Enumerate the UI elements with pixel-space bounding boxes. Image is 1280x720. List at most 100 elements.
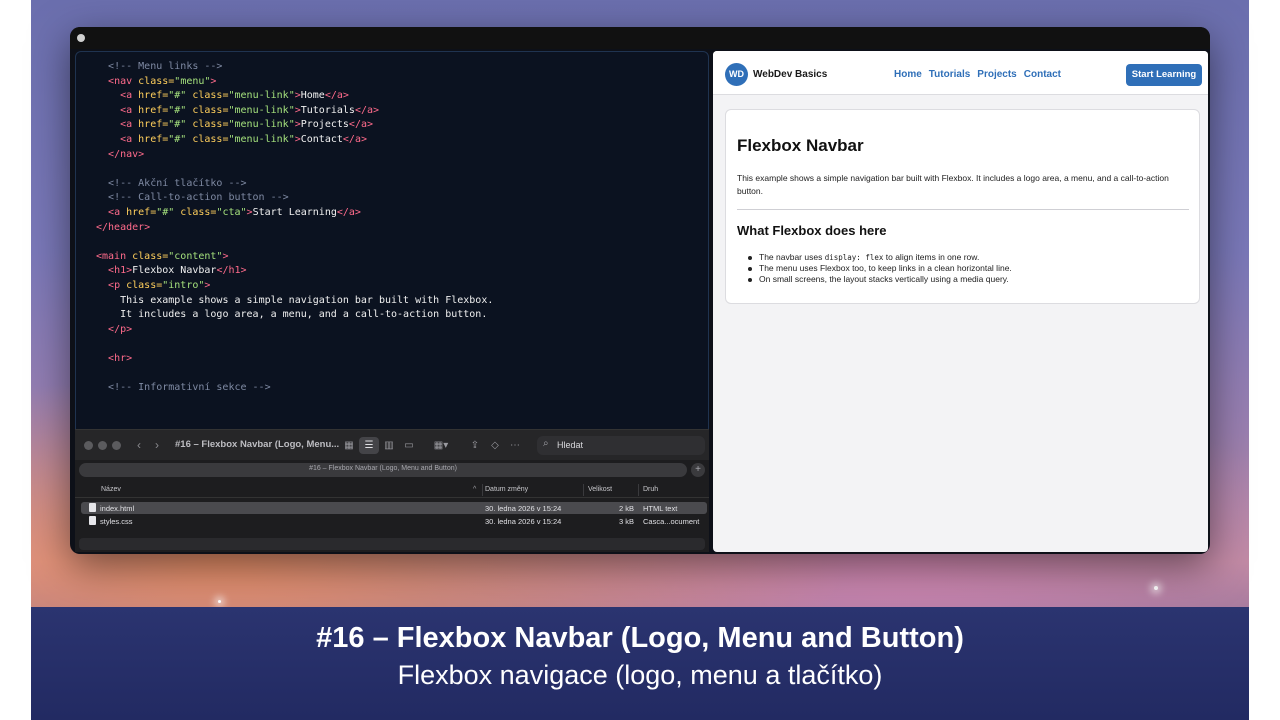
start-learning-button[interactable]: Start Learning xyxy=(1126,64,1202,86)
code-token: </a> xyxy=(354,104,380,116)
code-token: <h1> xyxy=(108,265,133,277)
path-bar[interactable]: #16 – Flexbox Navbar (Logo, Menu and But… xyxy=(79,463,687,477)
column-kind[interactable]: Druh xyxy=(643,486,658,493)
more-icon[interactable]: ⋯ xyxy=(505,437,525,454)
file-size: 2 kB xyxy=(619,504,635,513)
code-token: It includes a logo area, a menu, and a c… xyxy=(120,309,488,321)
file-date: 30. ledna 2026 v 15:24 xyxy=(485,504,562,513)
sparkle-icon xyxy=(218,600,221,603)
document-icon xyxy=(89,503,96,512)
code-token: class= xyxy=(186,90,229,102)
code-token: </nav> xyxy=(108,148,145,160)
close-dot-icon[interactable] xyxy=(84,441,93,450)
brand-name[interactable]: WebDev Basics xyxy=(753,69,827,80)
code-token: > xyxy=(210,75,217,87)
search-icon: ⌕ xyxy=(543,438,549,449)
document-icon xyxy=(89,516,96,525)
video-title: #16 – Flexbox Navbar (Logo, Menu and But… xyxy=(316,622,964,654)
sort-indicator-icon[interactable]: ^ xyxy=(473,486,476,493)
code-token: Home xyxy=(300,90,325,102)
file-row[interactable]: index.html 30. ledna 2026 v 15:24 2 kB H… xyxy=(81,502,707,514)
inline-code: display: flex xyxy=(824,253,884,262)
code-token: <main xyxy=(96,250,127,262)
file-list-header: Název ^ Datum změny Velikost Druh xyxy=(75,482,709,498)
group-menu-icon[interactable]: ▦▾ xyxy=(429,437,453,454)
column-separator xyxy=(482,484,483,496)
preview-navbar: WD WebDev Basics Home Tutorials Projects… xyxy=(713,51,1208,95)
app-window: <!-- Menu links --> <nav class="menu"> <… xyxy=(70,27,1210,554)
list-view-icon[interactable]: ☰ xyxy=(359,437,379,454)
column-name[interactable]: Název xyxy=(101,486,121,493)
code-token: <!-- Menu links --> xyxy=(108,61,223,72)
add-tab-button[interactable]: + xyxy=(691,463,705,477)
back-arrow-icon[interactable]: ‹ xyxy=(131,438,147,453)
code-token: <!-- Informativní sekce --> xyxy=(108,382,271,394)
code-token: </p> xyxy=(108,323,133,335)
window-titlebar xyxy=(70,27,1210,49)
column-separator xyxy=(583,484,584,496)
tag-icon[interactable]: ◇ xyxy=(485,437,505,454)
nav-link-projects[interactable]: Projects xyxy=(977,69,1016,80)
code-token: </h1> xyxy=(216,265,247,277)
code-token: This example shows a simple navigation b… xyxy=(120,294,494,306)
sparkle-icon xyxy=(1154,586,1158,590)
code-line: This example shows a simple navigation b… xyxy=(96,294,493,309)
code-line: </nav> xyxy=(96,148,493,163)
divider xyxy=(737,209,1189,210)
code-token: </a> xyxy=(324,90,349,102)
share-icon[interactable]: ⇪ xyxy=(465,437,485,454)
column-date[interactable]: Datum změny xyxy=(485,486,528,493)
zoom-dot-icon[interactable] xyxy=(112,441,121,450)
code-line: <h1>Flexbox Navbar</h1> xyxy=(96,264,493,279)
file-size: 3 kB xyxy=(619,517,635,526)
code-line: <!-- Akční tlačítko --> xyxy=(96,177,493,192)
search-field[interactable]: ⌕ Hledat xyxy=(537,436,705,455)
code-token: class= xyxy=(186,133,229,145)
code-token: href= xyxy=(120,206,157,218)
list-item: On small screens, the layout stacks vert… xyxy=(748,274,1012,285)
list-item: The navbar uses display: flex to align i… xyxy=(748,252,1012,263)
column-view-icon[interactable]: ▥ xyxy=(379,437,399,454)
code-token: <hr> xyxy=(108,352,133,364)
icon-view-icon[interactable]: ▦ xyxy=(339,437,359,454)
code-token: "menu-link" xyxy=(228,90,295,102)
finder-title: #16 – Flexbox Navbar (Logo, Menu... xyxy=(175,439,340,450)
code-line: <a href="#" class="cta">Start Learning</… xyxy=(96,206,493,221)
column-size[interactable]: Velikost xyxy=(588,486,612,493)
forward-arrow-icon[interactable]: › xyxy=(149,438,165,453)
code-token: href= xyxy=(132,90,169,102)
code-token: "intro" xyxy=(162,279,205,291)
page-title: Flexbox Navbar xyxy=(737,136,864,155)
gallery-view-icon[interactable]: ▭ xyxy=(399,437,419,454)
code-token: "#" xyxy=(156,206,175,218)
code-token: class= xyxy=(186,119,229,131)
close-icon[interactable] xyxy=(77,34,85,42)
code-line: <!-- Call-to-action button --> xyxy=(96,191,493,206)
finder-window: ‹ › #16 – Flexbox Navbar (Logo, Menu... … xyxy=(75,429,709,552)
nav-link-contact[interactable]: Contact xyxy=(1024,69,1061,80)
code-token: "#" xyxy=(168,133,187,145)
code-token: class= xyxy=(132,75,175,87)
browser-preview: WD WebDev Basics Home Tutorials Projects… xyxy=(713,51,1208,552)
nav-link-tutorials[interactable]: Tutorials xyxy=(929,69,970,80)
logo-badge[interactable]: WD xyxy=(725,63,748,86)
nav-link-home[interactable]: Home xyxy=(894,69,922,80)
video-subtitle: Flexbox navigace (logo, menu a tlačítko) xyxy=(397,660,883,690)
code-token: </a> xyxy=(336,206,361,218)
file-row[interactable]: styles.css 30. ledna 2026 v 15:24 3 kB C… xyxy=(81,515,707,527)
code-token: "menu" xyxy=(174,75,211,87)
code-editor[interactable]: <!-- Menu links --> <nav class="menu"> <… xyxy=(75,51,709,451)
file-date: 30. ledna 2026 v 15:24 xyxy=(485,517,562,526)
search-placeholder: Hledat xyxy=(557,440,584,450)
code-line: It includes a logo area, a menu, and a c… xyxy=(96,308,493,323)
section-heading: What Flexbox does here xyxy=(737,223,887,238)
code-line: <main class="content"> xyxy=(96,250,493,265)
code-token: </a> xyxy=(342,133,367,145)
code-token: Tutorials xyxy=(300,104,355,116)
code-token: "menu-link" xyxy=(228,119,295,131)
code-token: class= xyxy=(120,279,163,291)
minimize-dot-icon[interactable] xyxy=(98,441,107,450)
left-edge-bar xyxy=(0,0,31,720)
